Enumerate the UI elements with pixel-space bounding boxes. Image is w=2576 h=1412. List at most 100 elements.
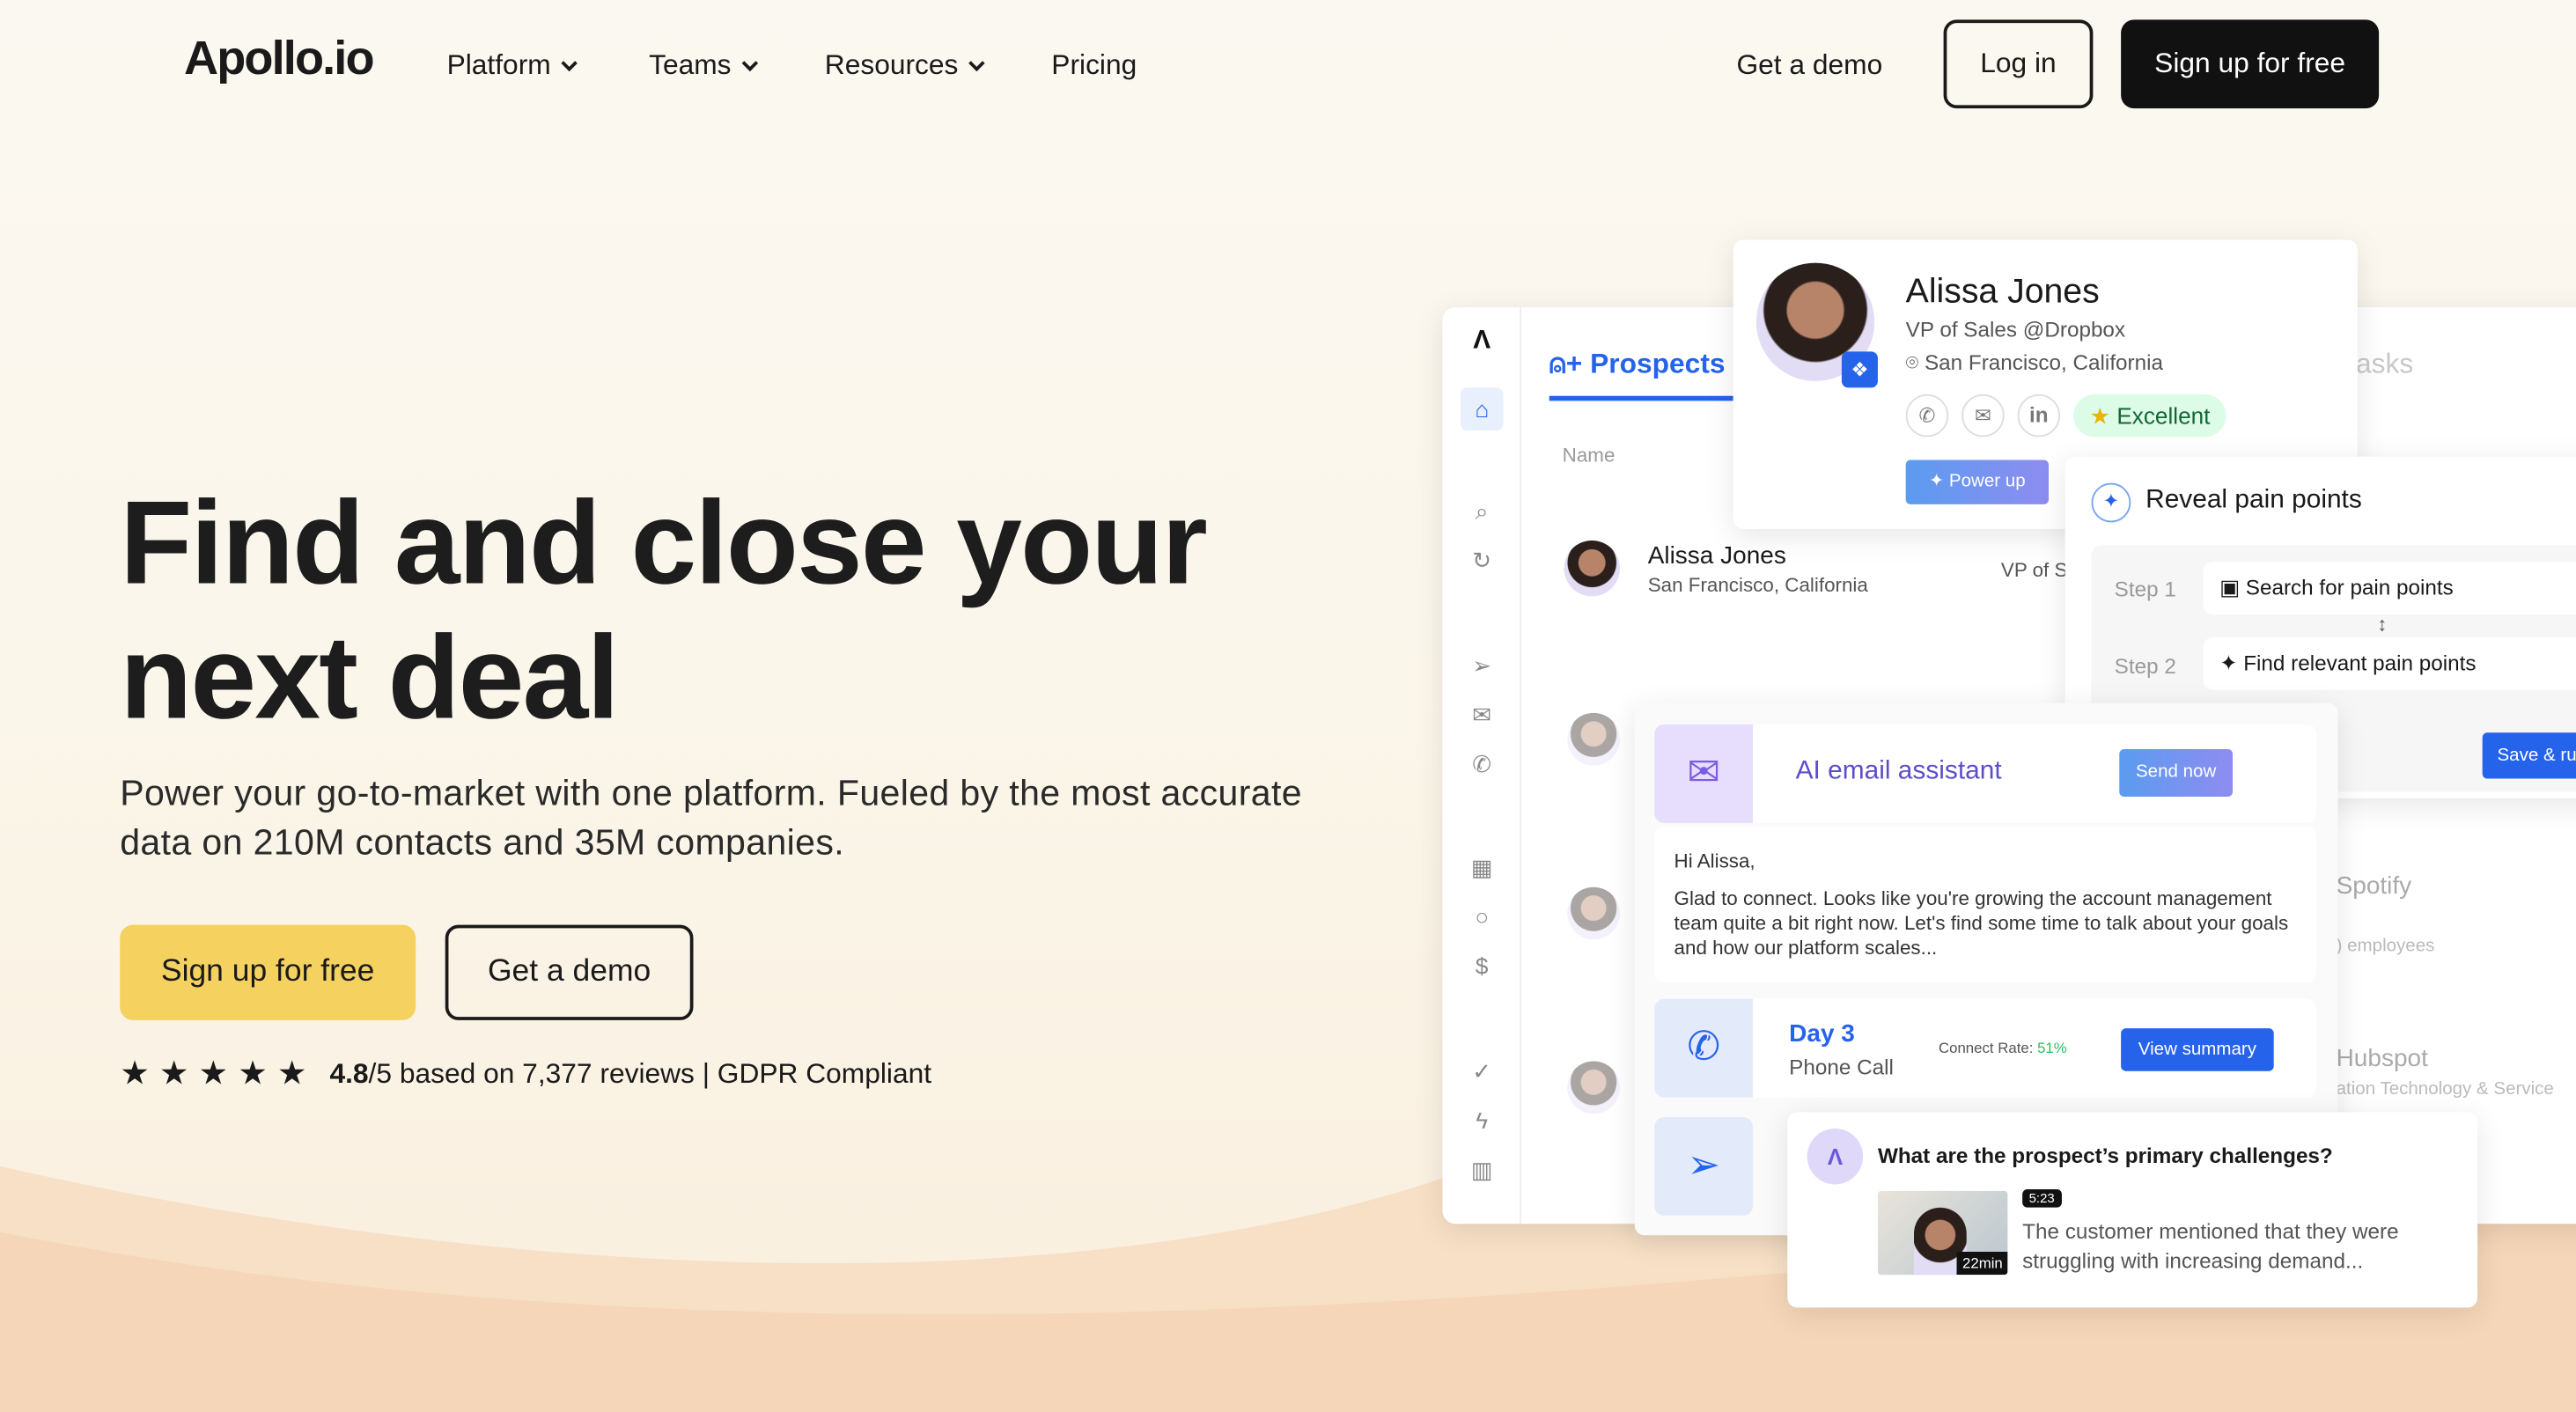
phone-verified-icon[interactable]: ✆: [1905, 393, 1949, 438]
avatar: [1564, 540, 1620, 597]
timestamp-badge: 5:23: [2022, 1189, 2062, 1208]
call-video-thumbnail[interactable]: 22min: [1877, 1190, 2008, 1276]
connect-rate-label: Connect Rate:: [1938, 1040, 2034, 1056]
company-hubspot: Hubspot: [2336, 1044, 2428, 1073]
page: Apollo.io Platform Teams Resources Prici…: [0, 0, 2576, 1412]
ai-answer: The customer mentioned that they were st…: [2022, 1218, 2399, 1274]
save-run-button[interactable]: Save & ru: [2482, 732, 2576, 779]
avatar: [1567, 886, 1620, 940]
bolt-icon[interactable]: ϟ: [1467, 1106, 1497, 1136]
nav-resources[interactable]: Resources: [824, 48, 986, 82]
check-icon[interactable]: ✓: [1467, 1056, 1497, 1086]
step1-item[interactable]: ▣ Search for pain points: [2203, 562, 2576, 614]
send-icon[interactable]: ➢: [1467, 651, 1497, 680]
video-duration: 22min: [1957, 1251, 2008, 1276]
add-user-icon: ⍝+: [1549, 348, 1591, 380]
login-button[interactable]: Log in: [1943, 19, 2094, 109]
excellent-badge: ★ Excellent: [2073, 393, 2227, 438]
dropbox-icon: ❖: [1841, 351, 1878, 388]
sparkle-icon: ✦: [2219, 650, 2244, 675]
step2-text: Find relevant pain points: [2243, 650, 2477, 675]
excellent-badge-label: Excellent: [2116, 402, 2211, 430]
arrow-down-icon: ↕: [2377, 613, 2388, 636]
email-greeting: Hi Alissa,: [1674, 849, 1755, 872]
phone-icon[interactable]: ✆: [1467, 749, 1497, 779]
star-icon: ★: [2089, 402, 2111, 430]
linkedin-icon[interactable]: in: [2017, 393, 2061, 438]
row-title: VP of S: [2000, 558, 2068, 582]
nav-teams[interactable]: Teams: [649, 48, 759, 82]
ai-insight-card: Λ What are the prospect’s primary challe…: [1787, 1112, 2478, 1308]
email-title: AI email assistant: [1795, 757, 2002, 785]
connect-rate: Connect Rate: 51%: [1939, 1040, 2067, 1056]
ai-avatar-icon: Λ: [1807, 1129, 1864, 1185]
hero-title: Find and close your next deal: [120, 476, 1208, 746]
nav-pricing[interactable]: Pricing: [1051, 49, 1137, 82]
avatar: [1567, 712, 1620, 766]
hero-subtitle: Power your go-to-market with one platfor…: [120, 772, 1302, 863]
chevron-down-icon: [561, 55, 578, 72]
power-up-label: Power up: [1948, 471, 2026, 491]
row-name[interactable]: Alissa Jones: [1648, 542, 1786, 570]
pain-title: Reveal pain points: [2145, 486, 2362, 515]
dollar-icon[interactable]: $: [1467, 951, 1497, 981]
phone-icon: ✆: [1654, 998, 1754, 1098]
profile-location: ⌾ San Francisco, California: [1906, 349, 2163, 376]
signup-nav-button[interactable]: Sign up for free: [2121, 19, 2380, 109]
nav-get-demo[interactable]: Get a demo: [1736, 49, 1882, 82]
nav-resources-label: Resources: [824, 48, 959, 81]
email-text: Glad to connect. Looks like you're growi…: [1674, 886, 2289, 960]
ai-mail-icon: ✉: [1654, 724, 1754, 823]
apollo-mark-icon: Λ: [1473, 327, 1491, 356]
tab-tasks[interactable]: asks: [2356, 349, 2413, 381]
avatar: [1567, 1061, 1620, 1114]
search-icon[interactable]: ⌕: [1467, 496, 1497, 526]
company-spotify: Spotify: [2336, 871, 2412, 901]
hero-title-line1: Find and close your: [120, 478, 1208, 610]
tab-underline: [1549, 395, 1733, 401]
chat-icon[interactable]: ○: [1467, 901, 1497, 931]
email-body: Hi Alissa, Glad to connect. Looks like y…: [1654, 826, 2317, 982]
hero-title-line2: next deal: [120, 613, 620, 745]
chevron-down-icon: [968, 55, 986, 72]
ai-question: What are the prospect’s primary challeng…: [1877, 1143, 2333, 1168]
calendar-icon[interactable]: ▦: [1467, 853, 1497, 883]
call-step: ✆ Day 3 Phone Call Connect Rate: 51% Vie…: [1654, 998, 2317, 1098]
sidebar-divider: [1520, 306, 1522, 1224]
connect-rate-value: 51%: [2037, 1040, 2067, 1056]
step2-label: Step 2: [2114, 653, 2176, 679]
home-icon[interactable]: ⌂: [1460, 387, 1504, 430]
step1-text: Search for pain points: [2245, 575, 2454, 600]
tab-prospects-label: Prospects: [1590, 348, 1726, 380]
chart-icon[interactable]: ▥: [1467, 1155, 1497, 1185]
tab-prospects[interactable]: ⍝+ Prospects: [1549, 349, 1726, 381]
email-header: ✉ AI email assistant Send now: [1654, 724, 2317, 823]
call-day: Day 3: [1789, 1019, 1855, 1048]
mail-icon[interactable]: ✉: [1467, 700, 1497, 730]
send-now-button[interactable]: Send now: [2119, 748, 2234, 798]
power-up-button[interactable]: ✦ Power up: [1905, 460, 2050, 504]
view-summary-button[interactable]: View summary: [2121, 1028, 2274, 1071]
briefcase-icon: ▣: [2219, 575, 2246, 600]
hero-demo-button[interactable]: Get a demo: [445, 924, 694, 1020]
profile-name: Alissa Jones: [1905, 272, 2100, 311]
profile-location-text: San Francisco, California: [1924, 349, 2164, 375]
send-step-icon: ➢: [1654, 1116, 1754, 1216]
company-spotify-sub: ) employees: [2336, 936, 2435, 957]
nav-platform[interactable]: Platform: [447, 49, 578, 82]
email-verified-icon[interactable]: ✉: [1961, 393, 2005, 438]
hero-signup-button[interactable]: Sign up for free: [120, 924, 416, 1020]
location-pin-icon: ⌾: [1905, 349, 1925, 375]
column-name: Name: [1562, 443, 1616, 467]
call-type: Phone Call: [1789, 1055, 1894, 1080]
company-hubspot-sub: ation Technology & Service: [2336, 1079, 2554, 1099]
row-location: San Francisco, California: [1647, 573, 1868, 597]
chevron-down-icon: [741, 55, 759, 72]
refresh-icon[interactable]: ↻: [1467, 546, 1497, 576]
profile-title: VP of Sales @Dropbox: [1905, 317, 2126, 342]
sparkle-icon: ✦: [1929, 471, 1949, 491]
step2-item[interactable]: ✦ Find relevant pain points: [2203, 637, 2576, 690]
nav-teams-label: Teams: [649, 48, 732, 81]
ai-orb-icon: ✦: [2091, 482, 2131, 523]
apollo-logo[interactable]: Apollo.io: [184, 33, 375, 87]
